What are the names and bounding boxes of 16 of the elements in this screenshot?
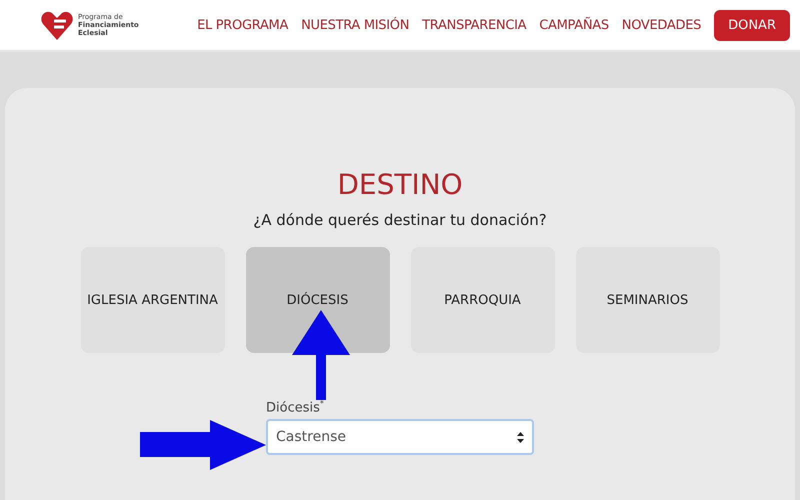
question-text: ¿A dónde querés destinar tu donación?	[253, 211, 547, 229]
destination-option[interactable]: IGLESIA ARGENTINA	[80, 247, 224, 353]
field-label: Diócesis$^{*}$	[266, 399, 325, 416]
donate-button[interactable]: DONAR	[714, 10, 790, 40]
nav-link[interactable]: NOVEDADES	[622, 18, 702, 32]
diocese-select[interactable]: Castrense	[266, 419, 534, 456]
nav-link[interactable]: EL PROGRAMA	[197, 18, 288, 32]
nav-link[interactable]: CAMPAÑAS	[539, 18, 609, 32]
nav-link[interactable]: NUESTRA MISIÓN	[301, 18, 410, 32]
heart-logo-icon	[40, 9, 74, 41]
destination-option[interactable]: SEMINARIOS	[576, 247, 720, 353]
section-title: DESTINO	[337, 168, 463, 201]
destination-option[interactable]: DIÓCESIS	[246, 247, 390, 353]
sort-caret-icon	[517, 432, 524, 443]
destination-option[interactable]: PARROQUIA	[410, 247, 554, 353]
nav-link[interactable]: TRANSPARENCIA	[422, 18, 526, 32]
